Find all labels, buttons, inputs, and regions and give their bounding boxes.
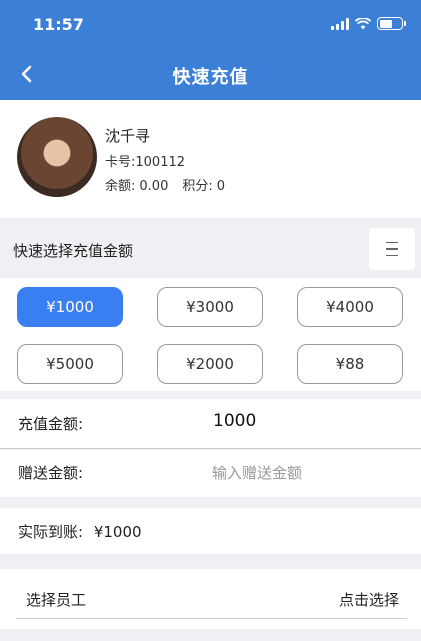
staff-select-label: 选择员工 [26,591,87,609]
recharge-amount-label: 充值金额: [18,415,84,433]
quick-select-label: 快速选择充值金额 [13,242,134,260]
actual-amount-row: 实际到账: ¥1000 [0,508,421,554]
app-header: 11:57 快速充值 [0,0,421,100]
actual-amount-line: 实际到账: ¥1000 [18,521,142,542]
member-name: 沈千寻 [105,127,151,145]
card-number-label: 卡号: [105,155,136,170]
recharge-amount-value[interactable]: 1000 [213,411,256,431]
status-icons [331,17,406,30]
signal-icon [331,17,349,30]
avatar [17,117,97,197]
staff-select-action[interactable]: 点击选择 [339,589,399,610]
gift-amount-row: 赠送金额: [0,450,421,497]
amount-option[interactable]: ¥2000 [157,344,263,384]
member-profile-card: 沈千寻 卡号:100112 余额: 0.00 积分: 0 [0,100,421,218]
amount-option[interactable]: ¥3000 [157,287,263,327]
menu-icon-line [386,254,398,257]
balance-line: 余额: 0.00 积分: 0 [105,175,231,194]
balance-label: 余额: [105,179,136,194]
actual-amount-label: 实际到账: [18,523,84,541]
gift-amount-input[interactable] [200,460,400,486]
recharge-amount-row: 充值金额: 1000 [0,399,421,449]
battery-icon [377,17,406,30]
staff-select-row[interactable]: 选择员工 点击选择 [0,569,421,629]
menu-icon-line [386,248,398,250]
menu-button[interactable] [369,228,415,270]
actual-amount-value: ¥1000 [93,523,142,541]
amount-options: ¥1000 ¥3000 ¥4000 ¥5000 ¥2000 ¥88 [0,278,421,391]
amount-option[interactable]: ¥1000 [17,287,123,327]
amount-option[interactable]: ¥5000 [17,344,123,384]
card-number-line: 卡号:100112 [105,151,185,170]
points-value: 0 [216,179,226,194]
quick-select-bar: 快速选择充值金额 [0,226,421,272]
menu-icon [386,241,398,244]
card-number-value: 100112 [135,155,186,170]
balance-value: 0.00 [139,179,169,194]
amount-option[interactable]: ¥88 [297,344,403,384]
page-title: 快速充值 [172,67,249,88]
status-time: 11:57 [33,15,84,34]
wifi-icon [355,17,371,29]
amount-option[interactable]: ¥4000 [297,287,403,327]
divider [16,618,407,619]
gift-amount-label: 赠送金额: [18,464,84,482]
points-label: 积分: [182,179,213,194]
